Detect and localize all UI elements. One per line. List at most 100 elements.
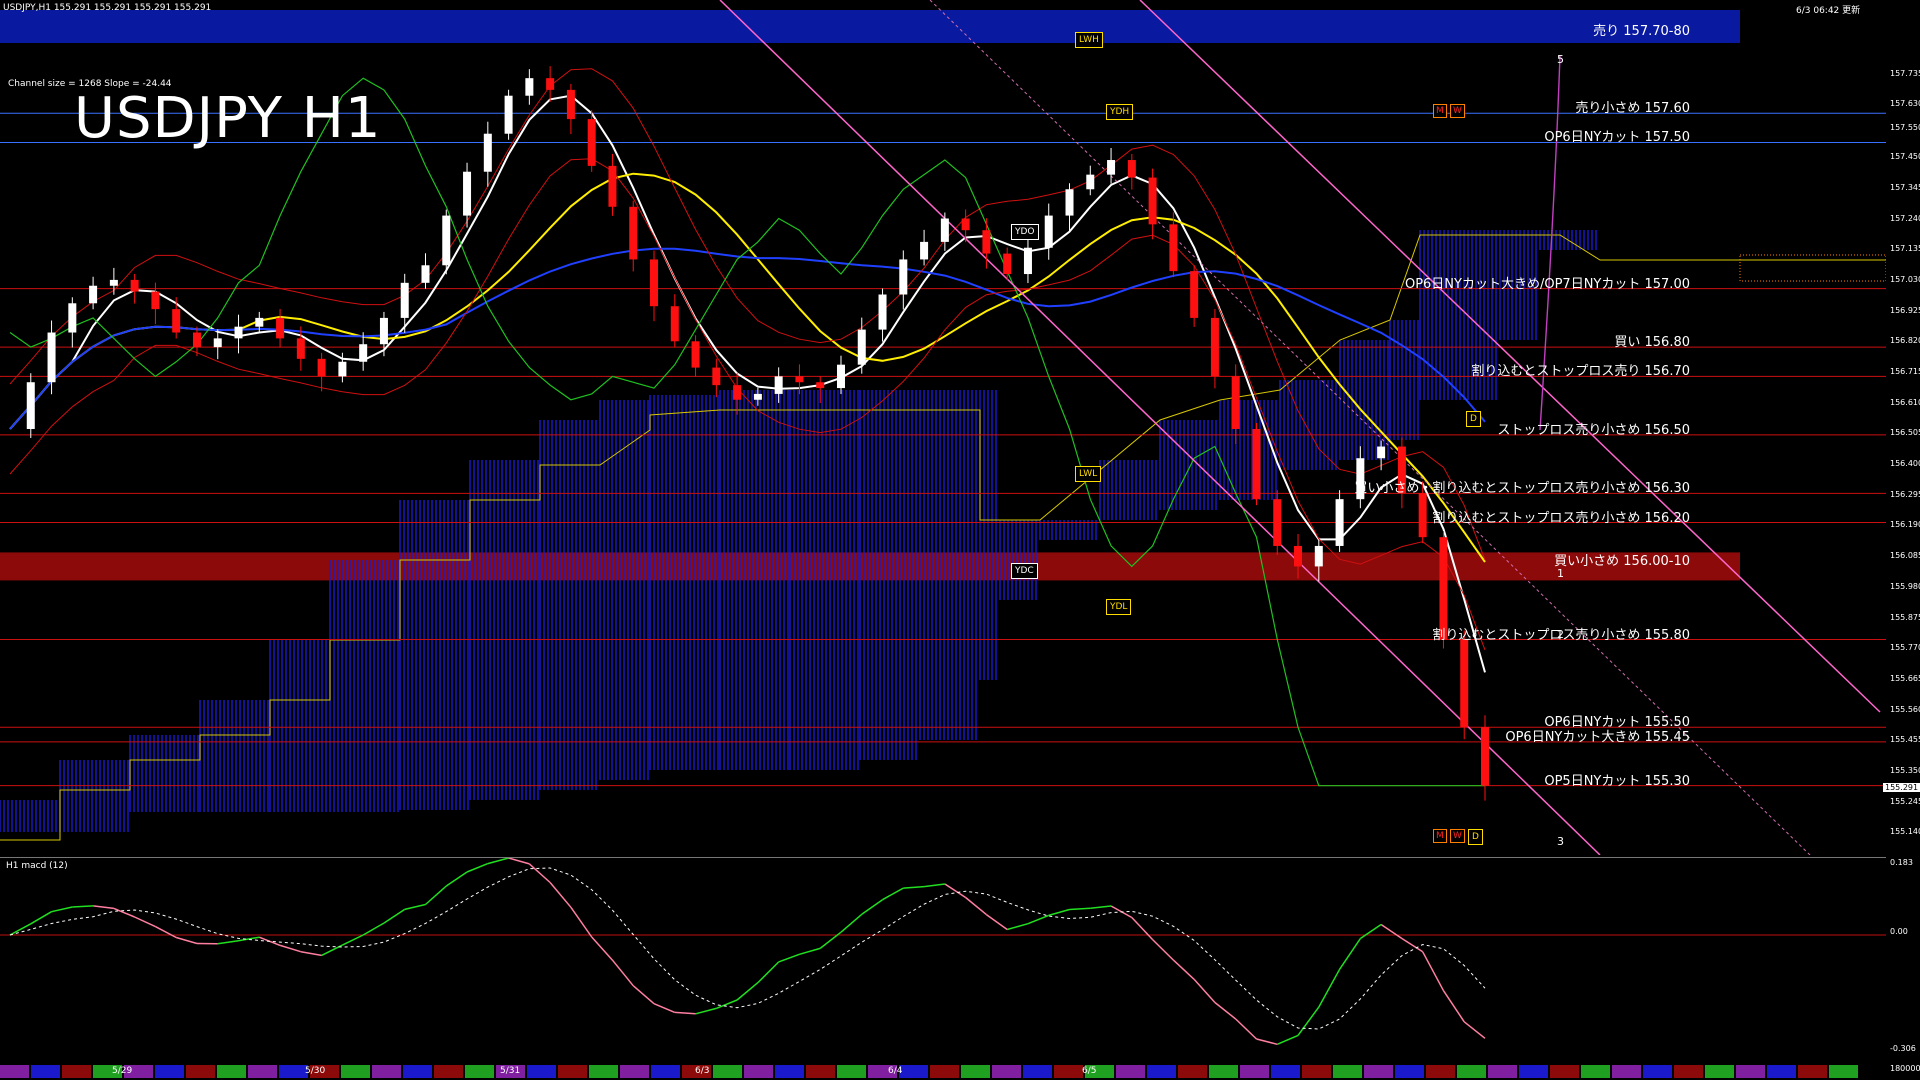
macd-segment [653, 1003, 676, 1014]
candle-body [587, 119, 596, 166]
macd-segment [903, 885, 925, 889]
candle-body [1294, 545, 1303, 567]
time-segment [434, 1065, 463, 1078]
current-price-box: 155.291 [1883, 783, 1920, 793]
macd-segment [175, 936, 198, 945]
candle-body [1418, 493, 1427, 538]
time-segment [341, 1065, 370, 1078]
candle-body [1127, 160, 1136, 178]
time-segment [589, 1065, 618, 1078]
macd-segment [1048, 908, 1070, 917]
macd-segment [840, 913, 863, 933]
candle-body [234, 326, 243, 339]
candle-body [379, 317, 388, 345]
macd-segment [1172, 959, 1195, 980]
macd-segment [342, 934, 364, 946]
time-segment [744, 1065, 773, 1078]
macd-svg[interactable] [0, 858, 1886, 1063]
candle-body [1023, 247, 1032, 275]
macd-segment [799, 947, 821, 956]
time-segment [372, 1065, 401, 1078]
candle-body [483, 133, 492, 172]
time-segment [1209, 1065, 1238, 1078]
price-tick-2: 157.550 [1890, 122, 1920, 132]
price-tick-1: 157.630 [1890, 99, 1920, 109]
candle-body [691, 341, 700, 368]
level-label-8: 割り込むとストップロス売り小さめ 156.20 [1432, 510, 1690, 526]
time-segment [1674, 1065, 1703, 1078]
candle-body [712, 367, 721, 386]
macd-segment [425, 885, 447, 906]
time-segment [1519, 1065, 1548, 1078]
time-segment [992, 1065, 1021, 1078]
time-segment [1178, 1065, 1207, 1078]
time-label-0: 5/29 [112, 1066, 133, 1076]
time-segment [155, 1065, 184, 1078]
candles [26, 66, 1489, 801]
macd-segment [1463, 1021, 1486, 1039]
level-label-1: 売り小さめ 157.60 [1575, 101, 1690, 117]
price-tick-13: 156.400 [1890, 459, 1920, 469]
macd-segment [1277, 1034, 1299, 1045]
candle-body [546, 78, 555, 90]
candle-body [753, 393, 762, 400]
candle-body [1231, 376, 1240, 429]
time-segment [1612, 1065, 1641, 1078]
candle-body [899, 259, 908, 295]
time-segment [1581, 1065, 1610, 1078]
tag-m-upper: M [1433, 104, 1447, 118]
channel-number-5: 5 [1557, 53, 1564, 66]
candle-body [130, 279, 139, 292]
candle-body [172, 309, 181, 333]
level-lines [0, 112, 1886, 787]
macd-segment [1193, 978, 1216, 1004]
macd-panel[interactable]: H1 macd (12) [0, 857, 1886, 1063]
level-label-7: 買い小さめ・割り込むとストップロス売り小さめ 156.30 [1354, 481, 1690, 497]
candle-body [151, 291, 160, 310]
tag-ydc: YDC [1011, 563, 1038, 579]
price-tick-11: 156.610 [1890, 397, 1920, 407]
candle-body [1148, 177, 1157, 225]
macd-segment [1359, 923, 1382, 940]
macd-segment [113, 907, 135, 918]
price-tick-9: 156.820 [1890, 336, 1920, 346]
macd-segment [404, 903, 426, 911]
macd-segment [549, 882, 572, 908]
time-segment [1767, 1065, 1796, 1078]
cloud-future [1739, 254, 1886, 282]
time-segment [1023, 1065, 1052, 1078]
time-segment [62, 1065, 91, 1078]
price-chart-panel[interactable]: USDJPY,H1 155.291 155.291 155.291 155.29… [0, 0, 1886, 855]
candle-body [47, 332, 56, 383]
macd-axis-top: 0.183 [1890, 858, 1913, 867]
candle-body [629, 206, 638, 260]
macd-segment [72, 905, 94, 908]
macd-segment [1338, 938, 1362, 970]
candle-body [650, 259, 659, 307]
time-segment [806, 1065, 835, 1078]
candle-body [920, 241, 929, 260]
time-segment [1333, 1065, 1362, 1078]
time-segment [1705, 1065, 1734, 1078]
candle-body [1252, 429, 1261, 500]
level-label-5: 割り込むとストップロス売り 156.70 [1471, 364, 1690, 380]
candle-body [733, 385, 742, 400]
macd-axis-zero: 0.00 [1890, 927, 1908, 936]
macd-segment [632, 985, 655, 1005]
time-segment [961, 1065, 990, 1078]
candle-body [1190, 271, 1199, 318]
time-segment [1488, 1065, 1517, 1078]
price-tick-20: 155.665 [1890, 673, 1920, 683]
macd-segment [1297, 1006, 1320, 1036]
macd-segment [882, 887, 904, 901]
price-tick-3: 157.450 [1890, 152, 1920, 162]
sell-zone-band [0, 10, 1740, 43]
candle-body [296, 338, 305, 359]
candle-body [1086, 174, 1095, 190]
macd-segment [362, 922, 385, 936]
time-segment [837, 1065, 866, 1078]
tag-lwh: LWH [1075, 32, 1103, 48]
level-label-0: 売り 157.70-80 [1593, 24, 1690, 39]
macd-segment [716, 999, 738, 1010]
candle-body [1044, 215, 1053, 248]
